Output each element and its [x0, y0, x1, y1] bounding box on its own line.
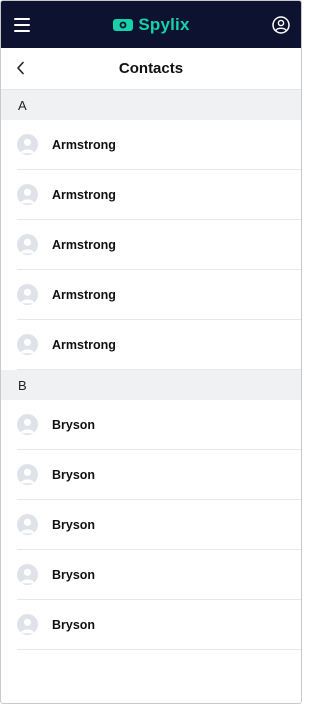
- contact-row[interactable]: Armstrong: [17, 220, 301, 270]
- chevron-left-icon[interactable]: [15, 61, 27, 75]
- person-avatar-icon: [17, 284, 38, 305]
- contact-row[interactable]: Bryson: [17, 400, 301, 450]
- contact-row[interactable]: Bryson: [17, 450, 301, 500]
- person-avatar-icon: [17, 564, 38, 585]
- section-header-b: B: [1, 370, 301, 400]
- contact-row[interactable]: Bryson: [17, 550, 301, 600]
- contact-name: Armstrong: [52, 137, 116, 152]
- contact-row[interactable]: Armstrong: [17, 120, 301, 170]
- contact-name: Armstrong: [52, 237, 116, 252]
- contact-name: Bryson: [52, 467, 96, 482]
- person-avatar-icon: [17, 414, 38, 435]
- person-avatar-icon: [17, 614, 38, 635]
- contact-row[interactable]: Armstrong: [17, 270, 301, 320]
- spylix-logo-icon: [113, 18, 134, 31]
- person-avatar-icon: [17, 464, 38, 485]
- brand-logo[interactable]: Spylix: [112, 15, 189, 35]
- contact-name: Armstrong: [52, 337, 116, 352]
- contact-row[interactable]: Bryson: [17, 500, 301, 550]
- contact-name: Bryson: [52, 517, 96, 532]
- hamburger-menu-icon[interactable]: [14, 17, 30, 32]
- contact-name: Bryson: [52, 567, 96, 582]
- contact-row[interactable]: Armstrong: [17, 320, 301, 370]
- person-avatar-icon: [17, 514, 38, 535]
- contact-name: Bryson: [52, 417, 96, 432]
- section-header-a: A: [1, 90, 301, 120]
- contact-name: Armstrong: [52, 187, 116, 202]
- contact-name: Bryson: [52, 617, 96, 632]
- contact-row[interactable]: Bryson: [17, 600, 301, 650]
- contact-list: A Armstrong Armstrong Armstrong Armstrong Arm…: [1, 90, 301, 650]
- person-avatar-icon: [17, 134, 38, 155]
- contact-name: Armstrong: [52, 287, 116, 302]
- person-avatar-icon: [17, 234, 38, 255]
- person-avatar-icon: [17, 334, 38, 355]
- top-bar: Spylix: [1, 1, 301, 48]
- contact-row[interactable]: Armstrong: [17, 170, 301, 220]
- brand-name: Spylix: [138, 14, 190, 34]
- person-avatar-icon: [17, 184, 38, 205]
- user-circle-icon[interactable]: [272, 15, 290, 34]
- page-title: Contacts: [118, 60, 184, 77]
- app-frame: Spylix Contacts A Armstrong Armstrong Armst…: [0, 0, 302, 704]
- page-header: Contacts: [1, 48, 301, 90]
